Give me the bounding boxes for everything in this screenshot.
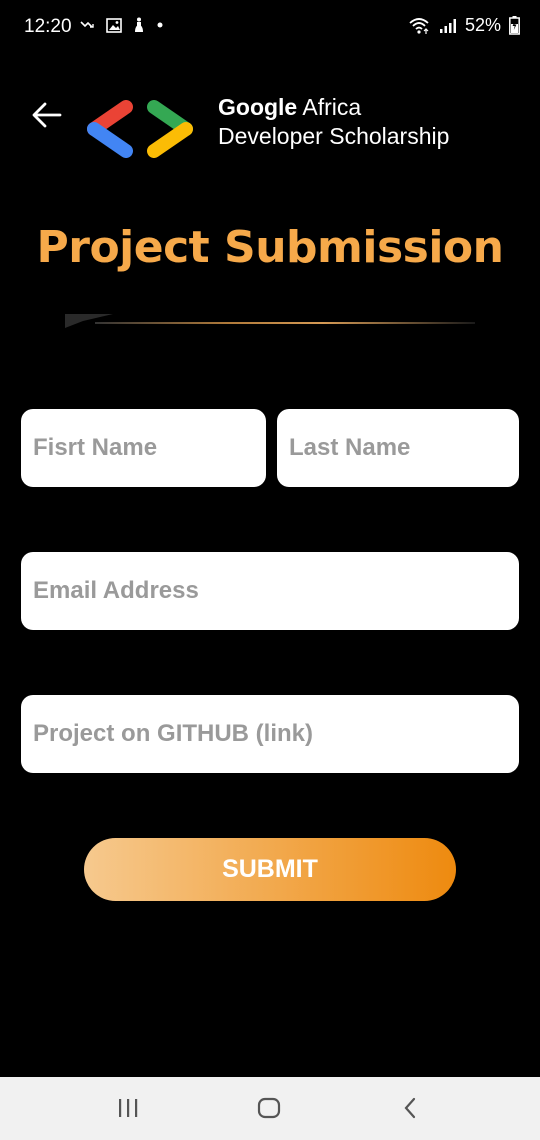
brand-subtitle: Developer Scholarship bbox=[218, 123, 450, 149]
home-icon bbox=[257, 1097, 281, 1119]
first-name-input[interactable] bbox=[21, 409, 266, 487]
arrow-left-icon bbox=[32, 102, 62, 128]
brand-africa: Africa bbox=[297, 94, 362, 120]
battery-percent: 52% bbox=[464, 15, 501, 35]
status-bar: 12:20 52% bbox=[0, 0, 540, 54]
status-right-icons: 52% bbox=[409, 15, 520, 36]
brand-google: Google bbox=[218, 94, 298, 120]
dot-icon bbox=[157, 22, 163, 28]
title-divider bbox=[65, 314, 475, 328]
email-input[interactable] bbox=[21, 552, 519, 630]
recent-apps-button[interactable] bbox=[108, 1090, 148, 1126]
recent-apps-icon bbox=[119, 1099, 138, 1117]
wifi-icon bbox=[409, 17, 429, 34]
battery-icon bbox=[509, 16, 520, 35]
google-developers-logo bbox=[87, 100, 193, 158]
github-link-input[interactable] bbox=[21, 695, 519, 773]
nav-back-button[interactable] bbox=[390, 1090, 430, 1126]
missed-call-icon bbox=[80, 21, 94, 28]
status-left-icons bbox=[80, 17, 164, 33]
accessibility-icon bbox=[135, 17, 143, 32]
last-name-input[interactable] bbox=[277, 409, 519, 487]
brand-text: Google Africa Developer Scholarship bbox=[218, 93, 449, 151]
submit-button[interactable]: SUBMIT bbox=[84, 838, 456, 901]
status-time: 12:20 bbox=[24, 16, 72, 37]
image-icon bbox=[106, 17, 122, 33]
signal-icon bbox=[439, 18, 456, 33]
home-button[interactable] bbox=[249, 1090, 289, 1126]
page-title: Project Submission bbox=[36, 222, 505, 273]
back-button[interactable] bbox=[30, 98, 64, 132]
back-icon bbox=[404, 1097, 416, 1119]
